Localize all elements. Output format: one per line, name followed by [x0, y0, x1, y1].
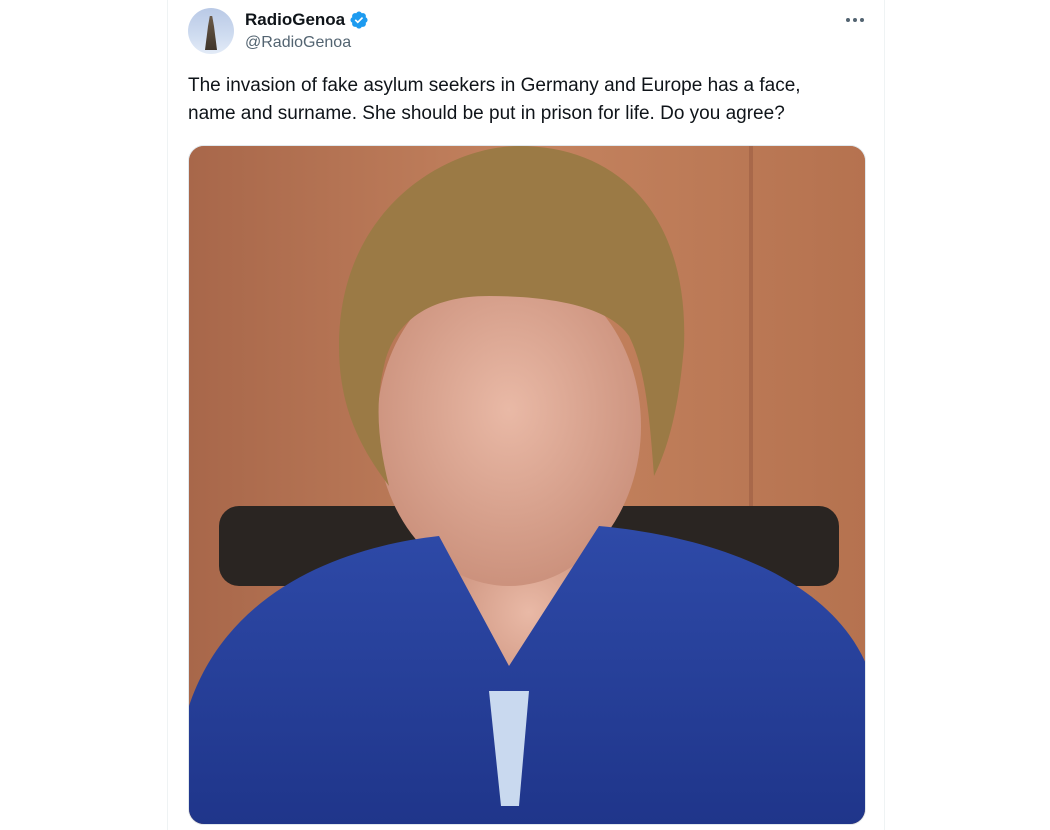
author-display-name[interactable]: RadioGenoa	[245, 10, 345, 30]
photo-illustration	[189, 146, 865, 824]
verified-badge-icon[interactable]	[349, 10, 369, 30]
tweet-media-photo[interactable]	[188, 145, 866, 825]
more-options-button[interactable]	[840, 8, 870, 30]
avatar-tower-graphic	[205, 16, 217, 50]
more-options-icon	[845, 10, 865, 28]
author-handle[interactable]: @RadioGenoa	[245, 34, 351, 52]
avatar[interactable]	[188, 8, 234, 54]
tweet-text: The invasion of fake asylum seekers in G…	[188, 75, 801, 124]
tweet-author: RadioGenoa	[245, 9, 369, 31]
